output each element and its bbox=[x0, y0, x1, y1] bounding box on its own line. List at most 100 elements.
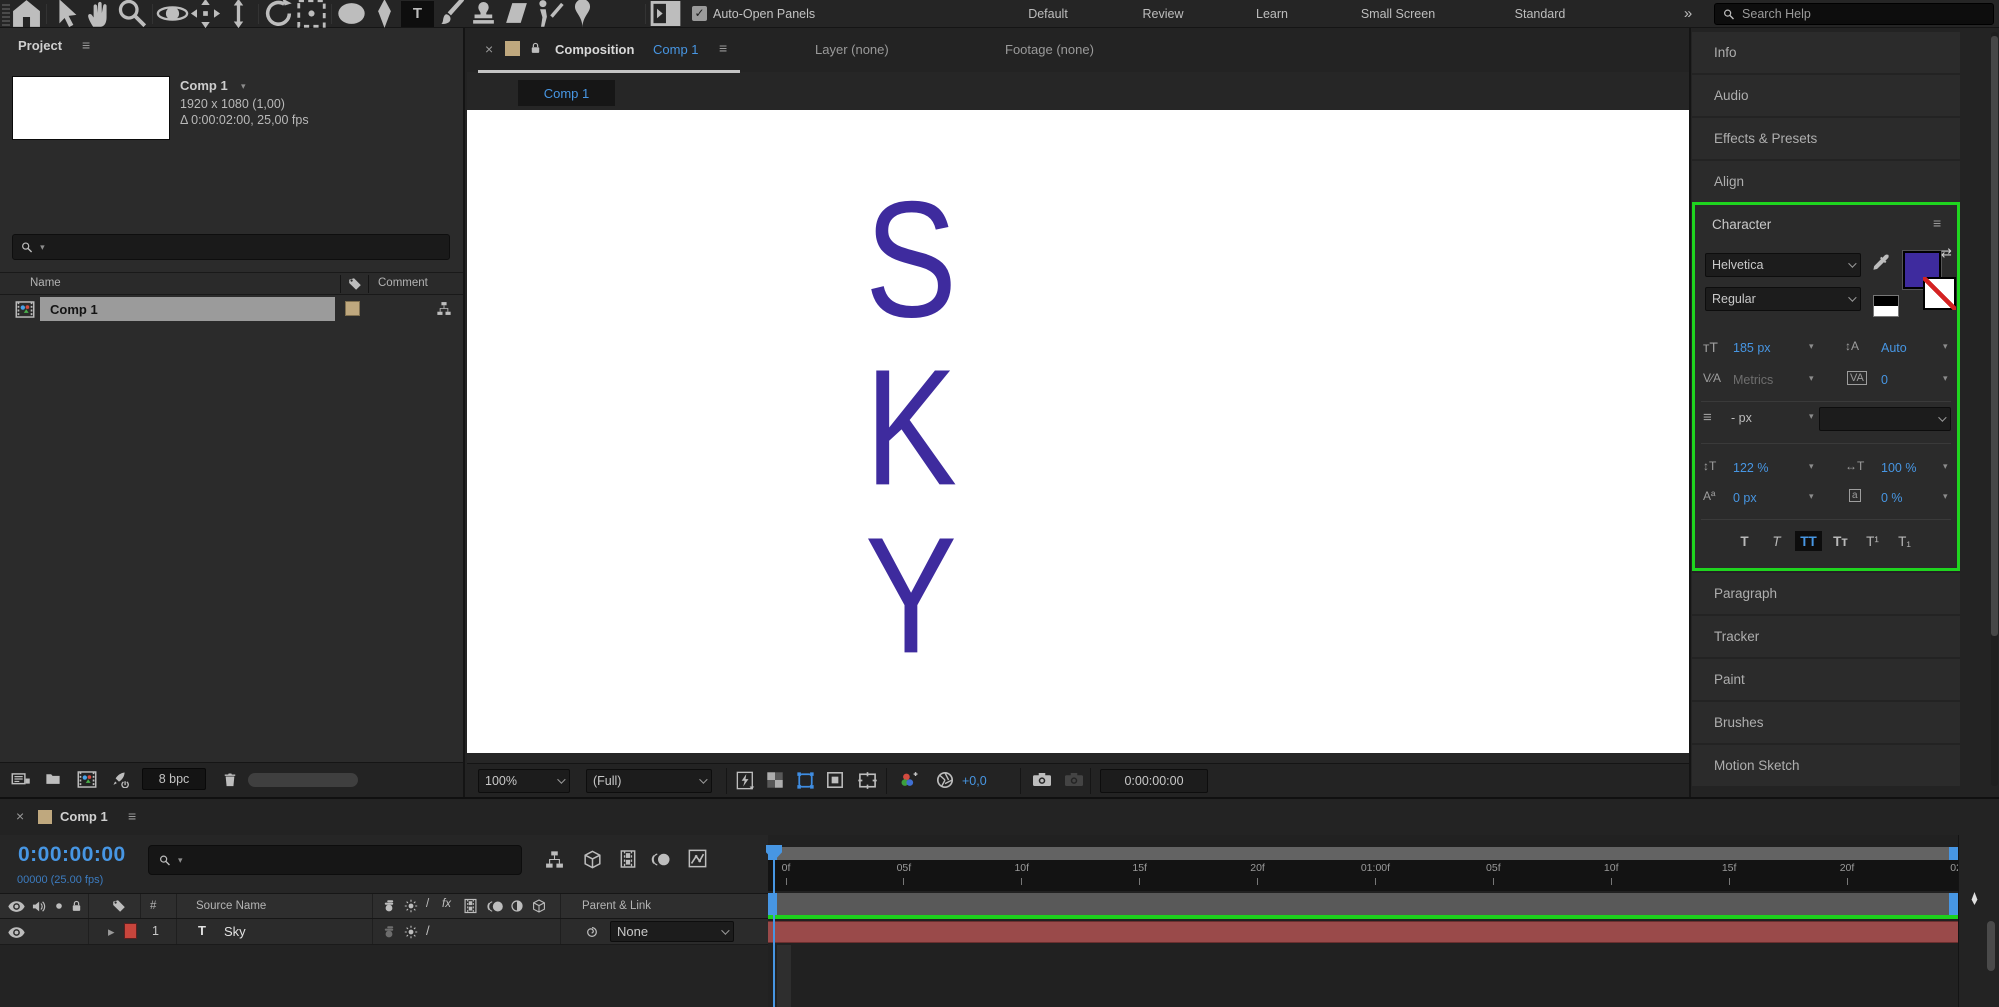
grid-guides-icon[interactable] bbox=[858, 771, 877, 790]
stroke-color-swatch[interactable] bbox=[1923, 277, 1956, 310]
all-caps-button[interactable]: TT bbox=[1795, 531, 1822, 551]
dock-scrollbar[interactable] bbox=[1991, 32, 1998, 786]
canvas-text-layer[interactable]: S K Y bbox=[851, 176, 971, 680]
close-tab-icon[interactable]: × bbox=[485, 41, 493, 57]
render-engine-icon[interactable] bbox=[110, 771, 130, 788]
workspace-tab-default[interactable]: Default bbox=[1028, 0, 1068, 28]
column-divider[interactable] bbox=[368, 275, 369, 293]
effects-switch-icon[interactable]: fx bbox=[442, 898, 451, 910]
panel-tab-brushes[interactable]: Brushes bbox=[1692, 702, 1960, 743]
project-item-name[interactable]: Comp 1 bbox=[180, 78, 228, 93]
footage-viewer-tab[interactable]: Footage (none) bbox=[1005, 42, 1094, 57]
composition-canvas[interactable]: S K Y bbox=[467, 110, 1689, 753]
layer-duration-bar[interactable] bbox=[768, 921, 1958, 943]
caret-down-icon[interactable]: ▾ bbox=[1943, 341, 1948, 352]
collapse-switch-icon[interactable] bbox=[404, 899, 418, 913]
vertical-scale-value[interactable]: 122 % bbox=[1733, 461, 1768, 475]
faux-italic-button[interactable]: T bbox=[1763, 531, 1790, 551]
fast-preview-icon[interactable] bbox=[736, 771, 755, 790]
layer-name[interactable]: Sky bbox=[224, 924, 246, 939]
swap-fill-stroke-icon[interactable]: ⇄ bbox=[1941, 245, 1952, 261]
layer-label-swatch[interactable] bbox=[124, 923, 137, 939]
time-ruler[interactable]: 0f 05f 10f 15f 20f 01:00f 05f 10f 15f 20… bbox=[768, 860, 1958, 891]
region-of-interest-icon[interactable] bbox=[826, 771, 844, 789]
panel-tab-info[interactable]: Info bbox=[1692, 32, 1960, 73]
shy-switch-icon[interactable] bbox=[382, 899, 396, 913]
composition-flowchart-icon[interactable] bbox=[545, 850, 564, 869]
layer-visibility-icon[interactable] bbox=[8, 927, 25, 938]
work-area-bar[interactable] bbox=[768, 847, 1958, 860]
exposure-icon[interactable] bbox=[936, 771, 954, 789]
help-search-box[interactable] bbox=[1714, 3, 1994, 25]
column-comment[interactable]: Comment bbox=[378, 277, 428, 289]
brush-tool[interactable] bbox=[434, 0, 467, 27]
preview-timecode-box[interactable]: 0:00:00:00 bbox=[1100, 769, 1208, 793]
column-divider[interactable] bbox=[340, 275, 341, 293]
small-caps-button[interactable]: Tᴛ bbox=[1827, 531, 1854, 551]
character-panel-title[interactable]: Character bbox=[1712, 217, 1771, 232]
comp-marker-bin-icon[interactable] bbox=[1967, 891, 1982, 906]
panel-menu-icon[interactable]: ≡ bbox=[128, 808, 136, 824]
new-composition-icon[interactable] bbox=[76, 771, 98, 788]
panel-menu-icon[interactable]: ≡ bbox=[82, 37, 90, 53]
layer-row-sky[interactable]: ▸ 1 T Sky / None bbox=[0, 919, 768, 945]
project-row-name[interactable]: Comp 1 bbox=[40, 297, 335, 321]
faux-bold-button[interactable]: T bbox=[1731, 531, 1758, 551]
leading-value[interactable]: Auto bbox=[1881, 341, 1907, 355]
selection-tool[interactable] bbox=[50, 0, 83, 28]
eyedropper-icon[interactable] bbox=[1871, 253, 1891, 273]
workspace-tab-learn[interactable]: Learn bbox=[1256, 0, 1288, 28]
superscript-button[interactable]: T¹ bbox=[1859, 531, 1886, 551]
current-timecode[interactable]: 0:00:00:00 bbox=[18, 843, 126, 867]
tracking-value[interactable]: 0 bbox=[1881, 373, 1888, 387]
parent-pickwhip-icon[interactable] bbox=[584, 924, 600, 940]
panel-toggle-button[interactable] bbox=[649, 1, 682, 27]
subscript-button[interactable]: T₁ bbox=[1891, 531, 1918, 551]
label-column-icon[interactable] bbox=[112, 899, 126, 913]
panel-tab-motion-sketch[interactable]: Motion Sketch bbox=[1692, 745, 1960, 786]
frame-blend-switch-icon[interactable] bbox=[464, 898, 477, 914]
shape-tool[interactable] bbox=[335, 1, 368, 27]
panel-menu-icon[interactable]: ≡ bbox=[719, 40, 727, 56]
exposure-value[interactable]: +0,0 bbox=[962, 774, 987, 788]
stroke-width-value[interactable]: - px bbox=[1731, 411, 1752, 425]
snapshot-icon[interactable] bbox=[1032, 772, 1052, 787]
caret-down-icon[interactable]: ▾ bbox=[1943, 461, 1948, 472]
panel-tab-audio[interactable]: Audio bbox=[1692, 75, 1960, 116]
project-item-thumbnail[interactable] bbox=[12, 76, 170, 140]
baseline-shift-value[interactable]: 0 px bbox=[1733, 491, 1757, 505]
playhead-line[interactable] bbox=[773, 860, 775, 1007]
resolution-dropdown[interactable]: (Full) bbox=[586, 769, 712, 793]
dolly-camera-tool[interactable] bbox=[222, 0, 255, 29]
home-button[interactable] bbox=[10, 0, 43, 27]
timeline-search-box[interactable]: ▾ bbox=[148, 845, 522, 875]
project-scrollbar[interactable] bbox=[248, 773, 358, 787]
roto-brush-tool[interactable] bbox=[533, 0, 566, 27]
label-column-icon[interactable] bbox=[348, 277, 362, 291]
help-search-input[interactable] bbox=[1742, 7, 1985, 21]
draft-3d-icon[interactable] bbox=[583, 850, 602, 869]
magnification-dropdown[interactable]: 100% bbox=[478, 769, 570, 793]
layer-quality-icon[interactable]: / bbox=[426, 923, 430, 938]
frame-blending-icon[interactable] bbox=[620, 849, 636, 869]
bit-depth-button[interactable]: 8 bpc bbox=[142, 768, 206, 790]
threed-switch-icon[interactable] bbox=[532, 899, 546, 913]
font-style-dropdown[interactable]: Regular bbox=[1705, 287, 1861, 311]
composition-tab-title[interactable]: Composition bbox=[555, 42, 634, 57]
interpret-footage-icon[interactable] bbox=[10, 771, 32, 788]
default-fill-stroke-icon[interactable] bbox=[1873, 295, 1899, 317]
panel-tab-paint[interactable]: Paint bbox=[1692, 659, 1960, 700]
caret-down-icon[interactable]: ▾ bbox=[1809, 411, 1814, 422]
close-tab-icon[interactable]: × bbox=[16, 808, 24, 824]
dock-scrollbar-thumb[interactable] bbox=[1991, 36, 1998, 636]
orbit-camera-tool[interactable] bbox=[156, 1, 189, 27]
caret-down-icon[interactable]: ▾ bbox=[1809, 373, 1814, 384]
trash-icon[interactable] bbox=[222, 771, 238, 788]
zoom-tool[interactable] bbox=[116, 0, 149, 28]
eraser-tool[interactable] bbox=[500, 1, 533, 27]
audio-column-icon[interactable] bbox=[31, 899, 46, 914]
project-search-box[interactable]: ▾ bbox=[12, 234, 450, 260]
layer-collapse-icon[interactable] bbox=[404, 925, 418, 939]
font-size-value[interactable]: 185 px bbox=[1733, 341, 1771, 355]
motion-blur-switch-icon[interactable] bbox=[486, 900, 504, 913]
